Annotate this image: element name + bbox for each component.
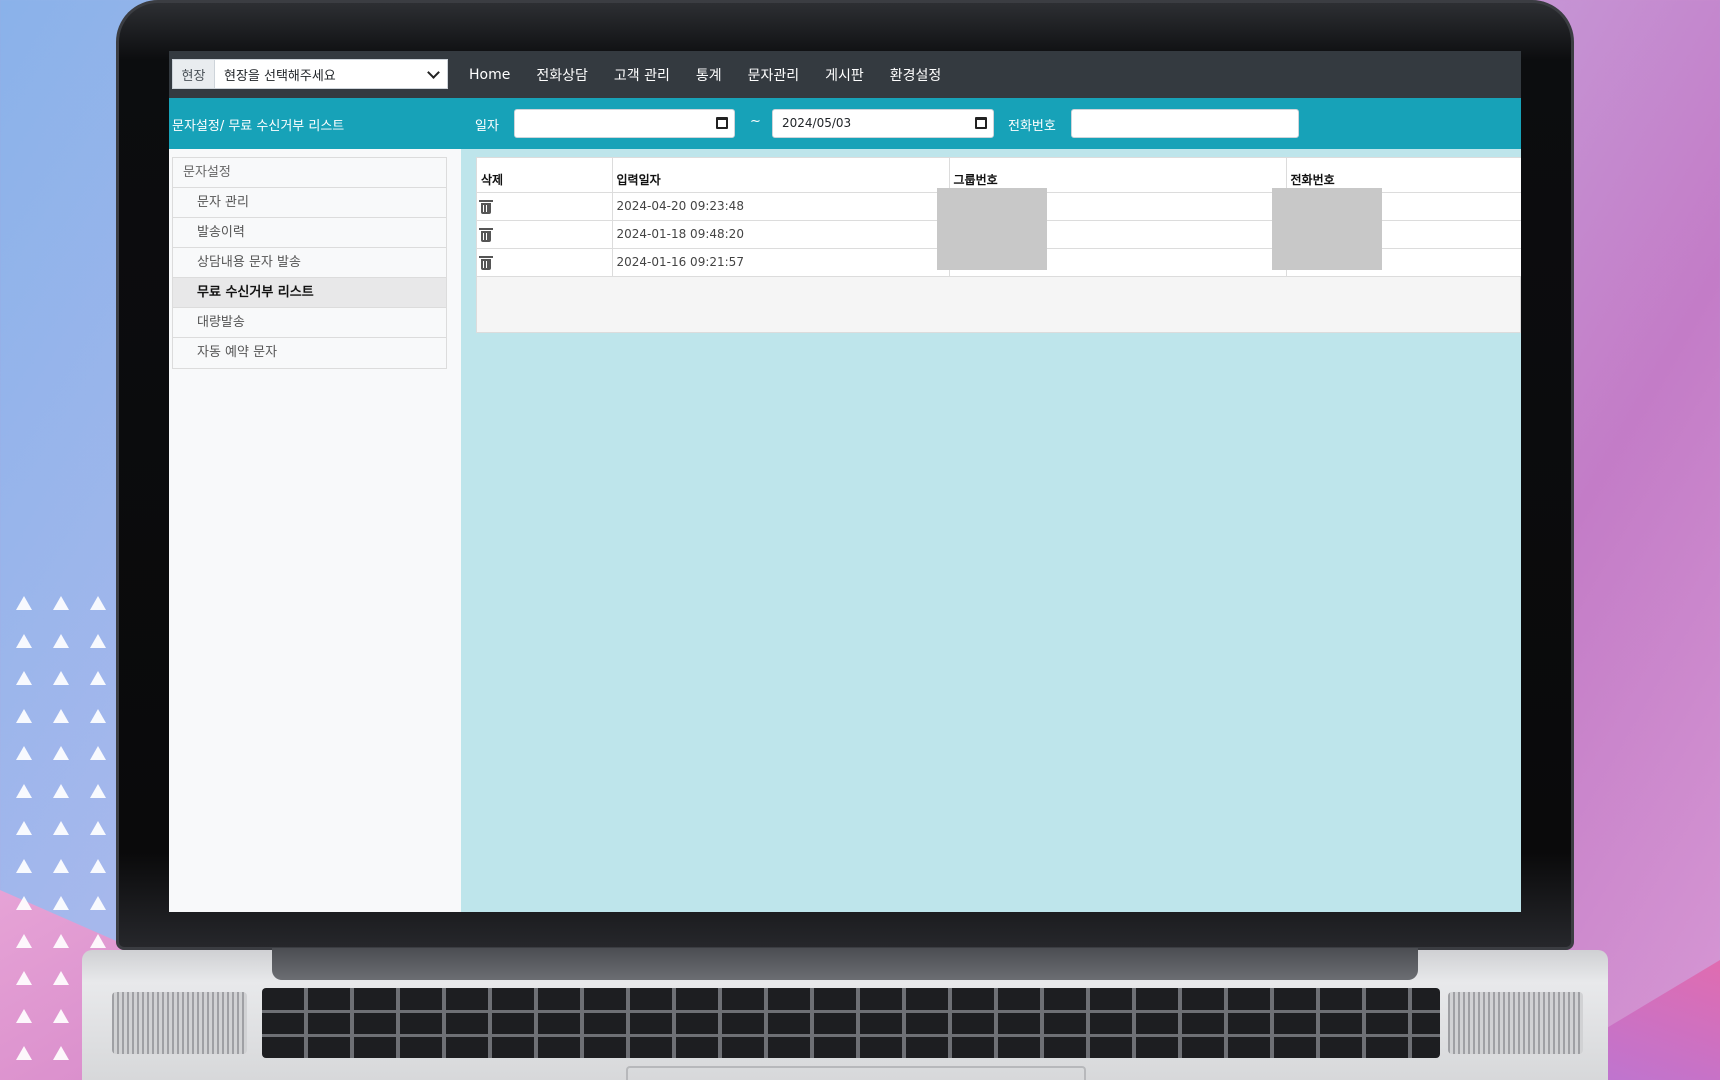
- column-header-date: 입력일자: [612, 158, 950, 193]
- sidebar-header: 문자설정: [173, 158, 446, 188]
- column-header-delete: 삭제: [477, 158, 613, 193]
- sidebar: 문자설정 문자 관리 발송이력 상담내용 문자 발송 무료 수신거부 리스트 대…: [169, 149, 461, 912]
- table-header-row: 삭제 입력일자 그룹번호 전화번호: [477, 158, 1521, 193]
- chevron-down-icon[interactable]: [423, 60, 447, 88]
- trash-icon[interactable]: [479, 256, 493, 270]
- app-screen: 현장 현장을 선택해주세요 Home 전화상담 고객 관리 통계 문자관리 게시…: [169, 51, 1521, 912]
- filter-bar: 문자설정/ 무료 수신거부 리스트 일자 ~ 2024/05/03 전화번호: [169, 98, 1521, 149]
- sidebar-item-auto-reserve[interactable]: 자동 예약 문자: [173, 338, 446, 368]
- column-header-phone: 전화번호: [1286, 158, 1521, 193]
- site-select-prefix: 현장: [173, 60, 215, 88]
- speaker-grille-right: [1448, 992, 1583, 1054]
- redacted-group-numbers: [937, 188, 1047, 270]
- main-content: 삭제 입력일자 그룹번호 전화번호 2024-04-20 09:23:48 20…: [461, 149, 1521, 912]
- sidebar-item-send-history[interactable]: 발송이력: [173, 218, 446, 248]
- phone-label: 전화번호: [1008, 119, 1056, 134]
- nav-customer-management[interactable]: 고객 관리: [614, 65, 670, 85]
- breadcrumb: 문자설정/ 무료 수신거부 리스트: [172, 119, 345, 134]
- date-range-separator: ~: [750, 114, 761, 129]
- sidebar-item-optout-list[interactable]: 무료 수신거부 리스트: [173, 278, 446, 308]
- nav-phone-consult[interactable]: 전화상담: [536, 65, 588, 85]
- nav-home[interactable]: Home: [469, 67, 510, 83]
- nav-settings[interactable]: 환경설정: [890, 65, 942, 85]
- main-nav: Home 전화상담 고객 관리 통계 문자관리 게시판 환경설정: [469, 51, 967, 98]
- calendar-icon[interactable]: [975, 117, 987, 129]
- date-cell: 2024-04-20 09:23:48: [612, 192, 950, 221]
- nav-statistics[interactable]: 통계: [696, 65, 722, 85]
- trackpad: [626, 1066, 1086, 1080]
- sidebar-item-bulk-send[interactable]: 대량발송: [173, 308, 446, 338]
- nav-board[interactable]: 게시판: [825, 65, 864, 85]
- site-select[interactable]: 현장 현장을 선택해주세요: [172, 59, 448, 89]
- nav-sms-management[interactable]: 문자관리: [748, 65, 800, 85]
- date-from-input[interactable]: [514, 109, 735, 138]
- top-navbar: 현장 현장을 선택해주세요 Home 전화상담 고객 관리 통계 문자관리 게시…: [169, 51, 1521, 98]
- sidebar-item-sms-management[interactable]: 문자 관리: [173, 188, 446, 218]
- laptop-hinge: [272, 948, 1418, 980]
- date-to-value: 2024/05/03: [782, 116, 852, 130]
- keyboard: [262, 988, 1440, 1058]
- trash-icon[interactable]: [479, 200, 493, 214]
- phone-search-input[interactable]: [1071, 109, 1299, 138]
- sidebar-item-consult-sms[interactable]: 상담내용 문자 발송: [173, 248, 446, 278]
- column-header-group: 그룹번호: [949, 158, 1287, 193]
- speaker-grille-left: [112, 992, 247, 1054]
- redacted-phone-numbers: [1272, 188, 1382, 270]
- site-select-value[interactable]: 현장을 선택해주세요: [215, 65, 423, 84]
- date-to-input[interactable]: 2024/05/03: [772, 109, 994, 138]
- delete-cell: [477, 192, 613, 221]
- date-label: 일자: [475, 119, 499, 134]
- delete-cell: [477, 220, 613, 249]
- calendar-icon[interactable]: [716, 117, 728, 129]
- delete-cell: [477, 248, 613, 277]
- date-cell: 2024-01-16 09:21:57: [612, 248, 950, 277]
- trash-icon[interactable]: [479, 228, 493, 242]
- sidebar-menu: 문자설정 문자 관리 발송이력 상담내용 문자 발송 무료 수신거부 리스트 대…: [172, 157, 447, 369]
- date-cell: 2024-01-18 09:48:20: [612, 220, 950, 249]
